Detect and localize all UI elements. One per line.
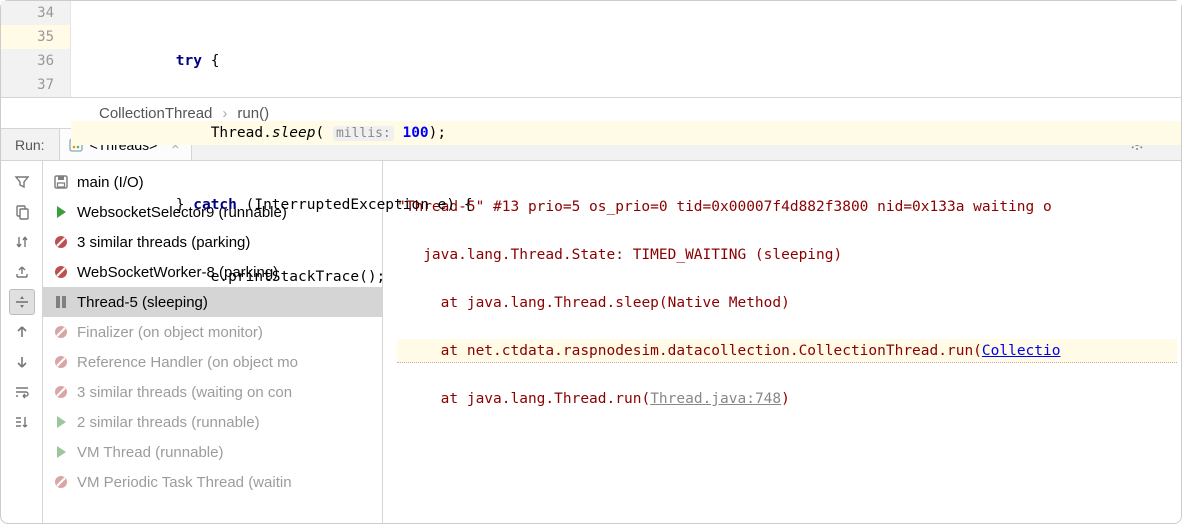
code-area[interactable]: try { Thread.sleep( millis: 100); } catc… bbox=[71, 1, 1181, 97]
blocked-icon bbox=[53, 264, 69, 280]
source-link[interactable]: Collectio bbox=[982, 343, 1061, 359]
blocked-icon bbox=[53, 384, 69, 400]
sort-icon[interactable] bbox=[9, 229, 35, 255]
code-line: } catch (InterruptedException e) { bbox=[71, 193, 1181, 217]
filter-icon[interactable] bbox=[9, 169, 35, 195]
editor: 34 35 36 37 try { Thread.sleep( millis: … bbox=[1, 1, 1181, 97]
code-line: e.printStackTrace(); bbox=[71, 265, 1181, 289]
thread-item[interactable]: VM Thread (runnable) bbox=[43, 437, 382, 467]
thread-label: 3 similar threads (waiting on con bbox=[77, 384, 292, 401]
toolwindow-left-toolbar bbox=[1, 161, 43, 523]
pause-icon bbox=[53, 294, 69, 310]
export-icon[interactable] bbox=[9, 259, 35, 285]
blocked-icon bbox=[53, 474, 69, 490]
thread-label: 2 similar threads (runnable) bbox=[77, 414, 260, 431]
thread-item[interactable]: VM Periodic Task Thread (waitin bbox=[43, 467, 382, 497]
play-icon bbox=[53, 204, 69, 220]
code-line: Thread.sleep( millis: 100); bbox=[71, 121, 1181, 145]
gutter: 34 35 36 37 bbox=[1, 1, 71, 97]
blocked-icon bbox=[53, 354, 69, 370]
thread-item[interactable]: 3 similar threads (waiting on con bbox=[43, 377, 382, 407]
line-number: 37 bbox=[1, 73, 54, 97]
down-arrow-icon[interactable] bbox=[9, 349, 35, 375]
thread-item[interactable]: Reference Handler (on object mo bbox=[43, 347, 382, 377]
blocked-icon bbox=[53, 324, 69, 340]
up-arrow-icon[interactable] bbox=[9, 319, 35, 345]
thread-label: VM Thread (runnable) bbox=[77, 444, 223, 461]
stack-icon[interactable] bbox=[9, 409, 35, 435]
line-number: 35 bbox=[1, 25, 70, 49]
play-icon bbox=[53, 444, 69, 460]
source-link[interactable]: Thread.java:748 bbox=[650, 391, 781, 407]
save-icon bbox=[53, 174, 69, 190]
code-line: try { bbox=[71, 49, 1181, 73]
wrap-icon[interactable] bbox=[9, 379, 35, 405]
thread-item[interactable]: 2 similar threads (runnable) bbox=[43, 407, 382, 437]
thread-label: VM Periodic Task Thread (waitin bbox=[77, 474, 292, 491]
stack-frame: at java.lang.Thread.run(Thread.java:748) bbox=[397, 387, 1177, 411]
line-number: 36 bbox=[1, 49, 54, 73]
split-icon[interactable] bbox=[9, 289, 35, 315]
run-label: Run: bbox=[1, 137, 59, 153]
copy-icon[interactable] bbox=[9, 199, 35, 225]
blocked-icon bbox=[53, 234, 69, 250]
line-number: 34 bbox=[1, 1, 54, 25]
stack-frame: at net.ctdata.raspnodesim.datacollection… bbox=[397, 339, 1177, 363]
play-icon bbox=[53, 414, 69, 430]
thread-label: Reference Handler (on object mo bbox=[77, 354, 298, 371]
